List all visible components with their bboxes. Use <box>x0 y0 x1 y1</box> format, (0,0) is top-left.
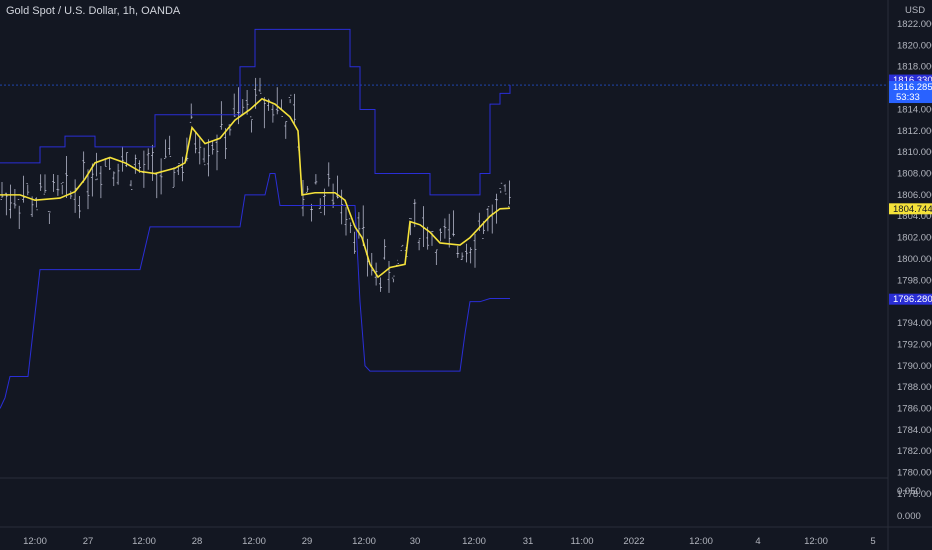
countdown-tag: 53:33 <box>896 92 920 103</box>
time-tick-label: 12:00 <box>132 536 156 547</box>
price-tick-label: 1786.000 <box>897 403 932 414</box>
price-tick-label: 1782.000 <box>897 446 932 457</box>
time-tick-label: 12:00 <box>352 536 376 547</box>
donchian-lower-line <box>0 173 510 409</box>
price-tick-label: 1810.000 <box>897 147 932 158</box>
ma-tag: 1804.744 <box>893 204 932 215</box>
sub-tick-label: 0.050 <box>897 486 921 497</box>
price-tick-label: 1780.000 <box>897 468 932 479</box>
donchian-upper-line <box>0 28 511 196</box>
time-tick-label: 29 <box>302 536 313 547</box>
price-tick-label: 1800.000 <box>897 254 932 265</box>
donchian-lower-tag: 1796.280 <box>893 294 932 305</box>
time-tick-label: 28 <box>192 536 203 547</box>
time-tick-label: 2022 <box>623 536 644 547</box>
price-tick-label: 1790.000 <box>897 361 932 372</box>
price-tick-label: 1794.000 <box>897 318 932 329</box>
price-tick-label: 1798.000 <box>897 275 932 286</box>
price-tick-label: 1788.000 <box>897 382 932 393</box>
time-tick-label: 11:00 <box>570 536 593 547</box>
time-tick-label: 31 <box>523 536 534 547</box>
price-tick-label: 1792.000 <box>897 339 932 350</box>
price-tick-label: 1806.000 <box>897 190 932 201</box>
price-tick-label: 1812.000 <box>897 126 932 137</box>
time-tick-label: 12:00 <box>23 536 47 547</box>
currency-label: USD <box>905 5 925 16</box>
price-tick-label: 1784.000 <box>897 425 932 436</box>
time-tick-label: 30 <box>410 536 421 547</box>
price-chart[interactable]: 1822.0001820.0001818.0001816.0001814.000… <box>0 0 932 550</box>
price-tick-label: 1822.000 <box>897 19 932 30</box>
price-tick-label: 1820.000 <box>897 40 932 51</box>
sub-tick-label: 0.000 <box>897 511 921 522</box>
time-tick-label: 12:00 <box>804 536 828 547</box>
price-tick-label: 1808.000 <box>897 169 932 180</box>
time-tick-label: 12:00 <box>689 536 713 547</box>
price-tick-label: 1802.000 <box>897 233 932 244</box>
time-tick-label: 12:00 <box>242 536 266 547</box>
time-tick-label: 12:00 <box>462 536 486 547</box>
time-tick-label: 5 <box>870 536 875 547</box>
price-tick-label: 1818.000 <box>897 62 932 73</box>
time-tick-label: 27 <box>83 536 94 547</box>
time-tick-label: 4 <box>755 536 760 547</box>
price-tick-label: 1814.000 <box>897 104 932 115</box>
